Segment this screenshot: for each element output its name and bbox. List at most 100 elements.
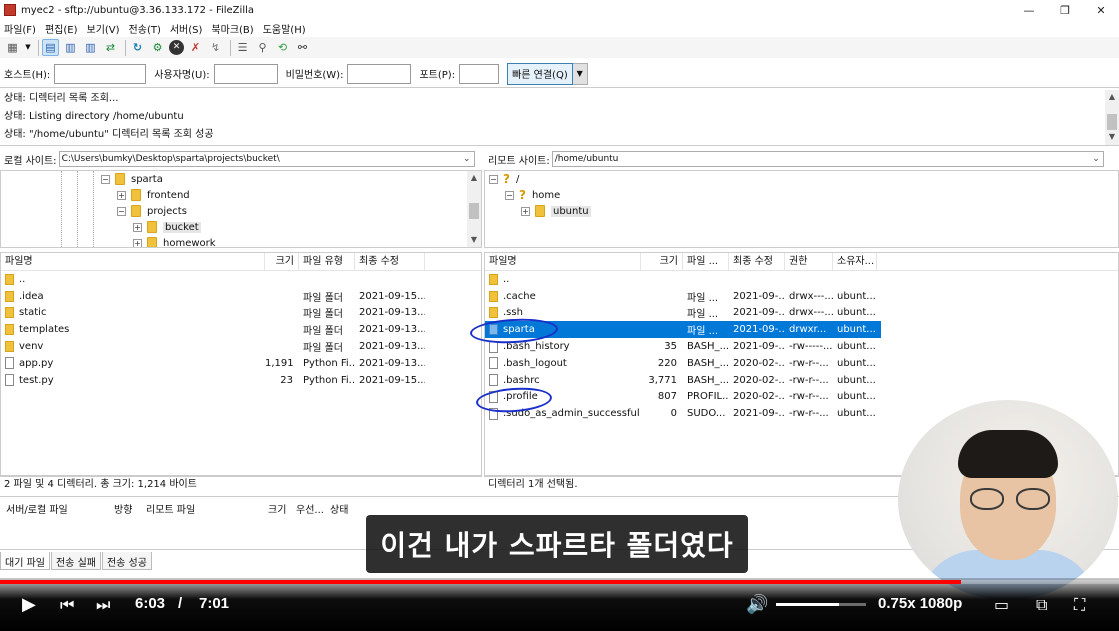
toggle-queue-icon[interactable]: ⇄ [102,39,119,56]
expand-icon[interactable]: + [133,238,142,247]
remote-path-input[interactable]: /home/ubuntu ⌄ [551,151,1104,167]
tab-failed-transfers[interactable]: 전송 실패 [50,552,101,570]
scroll-down-icon[interactable]: ▼ [467,233,481,247]
list-item[interactable]: app.py 1,191 Python Fi... 2021-09-13... [1,355,481,372]
collapse-icon[interactable]: − [489,174,498,184]
column-owner[interactable]: 소유자... [833,253,877,271]
dropdown-icon[interactable]: ▼ [24,39,32,56]
list-item[interactable]: .. [1,271,481,288]
volume-slider[interactable] [776,603,866,606]
local-path-input[interactable]: C:\Users\bumky\Desktop\sparta\projects\b… [58,151,475,167]
sync-browse-icon[interactable]: ⟲ [274,39,291,56]
menu-edit[interactable]: 편집(E) [45,21,78,36]
maximize-button[interactable]: ❐ [1047,0,1083,20]
close-button[interactable]: ✕ [1083,0,1119,20]
previous-icon[interactable]: ⏮ [60,596,74,614]
reconnect-icon[interactable]: ↯ [207,39,224,56]
compare-icon[interactable]: ⚲ [254,39,271,56]
list-item[interactable]: .bash_logout 220 BASH_... 2020-02-... -rw-r-… [485,355,881,372]
list-item[interactable]: static 파일 폴더 2021-09-13... [1,305,481,322]
queue-column-priority[interactable]: 우선... [296,501,324,516]
column-permissions[interactable]: 권한 [785,253,833,271]
port-input[interactable] [459,63,500,84]
list-item[interactable]: .bashrc 3,771 BASH_... 2020-02-... -rw-r--..… [485,372,881,389]
video-progress-bar[interactable] [0,580,1119,584]
collapse-icon[interactable]: − [505,190,514,200]
tree-item-home[interactable]: − ? home [505,187,560,203]
queue-column-size[interactable]: 크기 [268,501,286,516]
column-modified[interactable]: 최종 수정 [729,253,785,271]
column-filename[interactable]: 파일명 [1,253,265,271]
toggle-local-tree-icon[interactable]: ▥ [62,39,79,56]
list-item[interactable]: .bash_history 35 BASH_... 2021-09-... -rw---… [485,338,881,355]
toggle-log-icon[interactable]: ▤ [42,39,59,56]
minimize-button[interactable]: — [1011,0,1047,20]
list-item[interactable]: .ssh 파일 ... 2021-09-... drwx---... ubunt... [485,305,881,322]
column-size[interactable]: 크기 [265,253,299,271]
tree-item-root[interactable]: − ? / [489,171,519,187]
subtitles-icon[interactable]: ▭ [994,596,1009,614]
fullscreen-icon[interactable]: ⛶ [1074,596,1085,614]
quickconnect-button[interactable]: 빠른 연결(Q) [507,62,573,85]
tab-successful-transfers[interactable]: 전송 성공 [101,552,152,570]
list-item[interactable]: test.py 23 Python Fi... 2021-09-15... [1,372,481,389]
disconnect-icon[interactable]: ✗ [187,39,204,56]
queue-column-server-file[interactable]: 서버/로컬 파일 [6,501,68,516]
menu-server[interactable]: 서버(S) [170,21,203,36]
column-type[interactable]: 파일 ... [683,253,729,271]
menu-help[interactable]: 도움말(H) [263,21,306,36]
list-item[interactable]: .sudo_as_admin_successful 0 SUDO... 2021-09… [485,405,881,422]
local-tree-scrollbar[interactable]: ▲ ▼ [467,171,481,247]
column-size[interactable]: 크기 [641,253,683,271]
volume-fill [776,603,839,606]
host-input[interactable] [54,63,147,84]
list-item[interactable]: .cache 파일 ... 2021-09-... drwx---... ubunt..… [485,288,881,305]
tree-item-bucket[interactable]: + bucket [133,219,201,235]
queue-column-remote-file[interactable]: 리모트 파일 [146,501,195,516]
tree-item-sparta[interactable]: − sparta [101,171,163,187]
expand-icon[interactable]: + [117,190,126,200]
volume-icon[interactable]: 🔊 [746,596,768,614]
toggle-remote-tree-icon[interactable]: ▥ [82,39,99,56]
scroll-down-icon[interactable]: ▼ [1105,130,1119,144]
list-item[interactable]: .idea 파일 폴더 2021-09-15... [1,288,481,305]
collapse-icon[interactable]: − [101,174,110,184]
list-item[interactable]: .. [485,271,881,288]
list-item[interactable]: venv 파일 폴더 2021-09-13... [1,338,481,355]
queue-column-status[interactable]: 상태 [330,501,348,516]
tab-queued-files[interactable]: 대기 파일 [0,552,50,570]
play-icon[interactable]: ▶ [22,596,36,614]
chevron-down-icon[interactable]: ⌄ [1092,152,1100,166]
quickconnect-dropdown-icon[interactable]: ▼ [572,62,588,85]
search-icon[interactable]: ⚯ [294,39,311,56]
password-input[interactable] [347,63,412,84]
tree-item-projects[interactable]: − projects [117,203,187,219]
column-modified[interactable]: 최종 수정 [355,253,425,271]
miniplayer-icon[interactable]: ⧉ [1036,596,1047,614]
menu-transfer[interactable]: 전송(T) [129,21,161,36]
log-scrollbar[interactable]: ▲ ▼ [1105,90,1119,145]
menu-bookmarks[interactable]: 북마크(B) [211,21,253,36]
site-manager-icon[interactable]: ▦ [4,39,21,56]
chevron-down-icon[interactable]: ⌄ [463,152,471,166]
column-type[interactable]: 파일 유형 [299,253,355,271]
expand-icon[interactable]: + [521,206,530,216]
expand-icon[interactable]: + [133,222,142,232]
scroll-up-icon[interactable]: ▲ [467,171,481,185]
queue-column-direction[interactable]: 방향 [114,501,132,516]
refresh-icon[interactable]: ↻ [129,39,146,56]
scroll-up-icon[interactable]: ▲ [1105,90,1119,104]
next-icon[interactable]: ⏭ [96,596,110,614]
tree-item-ubuntu[interactable]: + ubuntu [521,203,591,219]
process-queue-icon[interactable]: ⚙ [149,39,166,56]
tree-item-homework[interactable]: + homework [133,235,216,247]
list-item[interactable]: templates 파일 폴더 2021-09-13... [1,321,481,338]
filter-icon[interactable]: ☰ [234,39,251,56]
column-filename[interactable]: 파일명 [485,253,641,271]
username-input[interactable] [213,63,278,84]
menu-file[interactable]: 파일(F) [4,21,36,36]
tree-item-frontend[interactable]: + frontend [117,187,190,203]
menu-view[interactable]: 보기(V) [87,21,120,36]
collapse-icon[interactable]: − [117,206,126,216]
cancel-icon[interactable]: ✕ [169,40,184,55]
